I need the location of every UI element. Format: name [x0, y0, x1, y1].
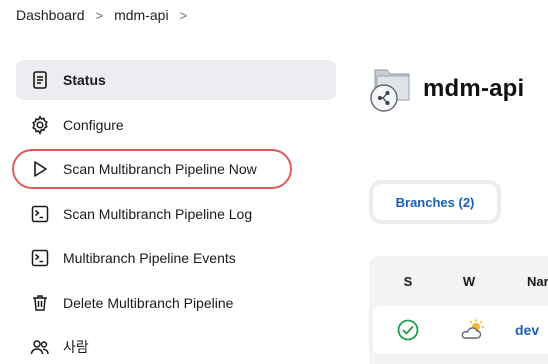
breadcrumb-separator-dropdown[interactable]: > [180, 8, 188, 23]
branch-name-link[interactable]: dev [501, 322, 539, 338]
multibranch-folder-icon [369, 66, 413, 112]
breadcrumb-separator: > [95, 7, 104, 23]
sidebar-item-events[interactable]: Multibranch Pipeline Events [16, 238, 336, 278]
people-icon [29, 336, 51, 358]
column-header-status[interactable]: S [369, 274, 447, 289]
document-icon [29, 69, 51, 91]
sidebar-item-label: Status [63, 72, 106, 88]
page-title: mdm-api [423, 75, 525, 102]
terminal-icon [29, 247, 51, 269]
sidebar-item-status[interactable]: Status [16, 60, 336, 100]
column-header-weather[interactable]: W [447, 274, 491, 289]
breadcrumb-project[interactable]: mdm-api [114, 7, 168, 23]
play-icon [29, 158, 51, 180]
trash-icon [29, 292, 51, 314]
sidebar-item-label: 사람 [63, 339, 89, 355]
sidebar: Status Configure Scan Multibranch Pipeli… [12, 60, 336, 364]
project-header: mdm-api [369, 66, 524, 112]
tab-branches[interactable]: Branches (2) [373, 184, 497, 220]
branches-table: S W Nar dev [369, 256, 548, 364]
gear-icon [29, 114, 51, 136]
sidebar-item-people[interactable]: 사람 [16, 327, 336, 364]
sidebar-item-scan-log[interactable]: Scan Multibranch Pipeline Log [16, 194, 336, 234]
terminal-icon [29, 203, 51, 225]
sidebar-item-label: Configure [63, 116, 124, 133]
breadcrumb-dashboard[interactable]: Dashboard [16, 7, 85, 23]
sidebar-item-label: Scan Multibranch Pipeline Now [63, 161, 257, 177]
column-header-name[interactable]: Nar [491, 274, 548, 289]
sidebar-item-delete[interactable]: Delete Multibranch Pipeline [16, 283, 336, 323]
success-check-icon [373, 319, 443, 341]
table-header: S W Nar [369, 256, 548, 306]
table-row: dev [373, 306, 548, 354]
sidebar-item-scan-now[interactable]: Scan Multibranch Pipeline Now [12, 149, 336, 189]
sidebar-item-configure[interactable]: Configure [16, 105, 336, 145]
partly-cloudy-icon [443, 319, 501, 341]
breadcrumb: Dashboard > mdm-api > [0, 0, 548, 30]
sidebar-item-label: Delete Multibranch Pipeline [63, 294, 234, 311]
sidebar-item-label: Scan Multibranch Pipeline Log [63, 205, 253, 222]
branch-tabs: Branches (2) [369, 180, 501, 224]
sidebar-item-label: Multibranch Pipeline Events [63, 250, 236, 266]
